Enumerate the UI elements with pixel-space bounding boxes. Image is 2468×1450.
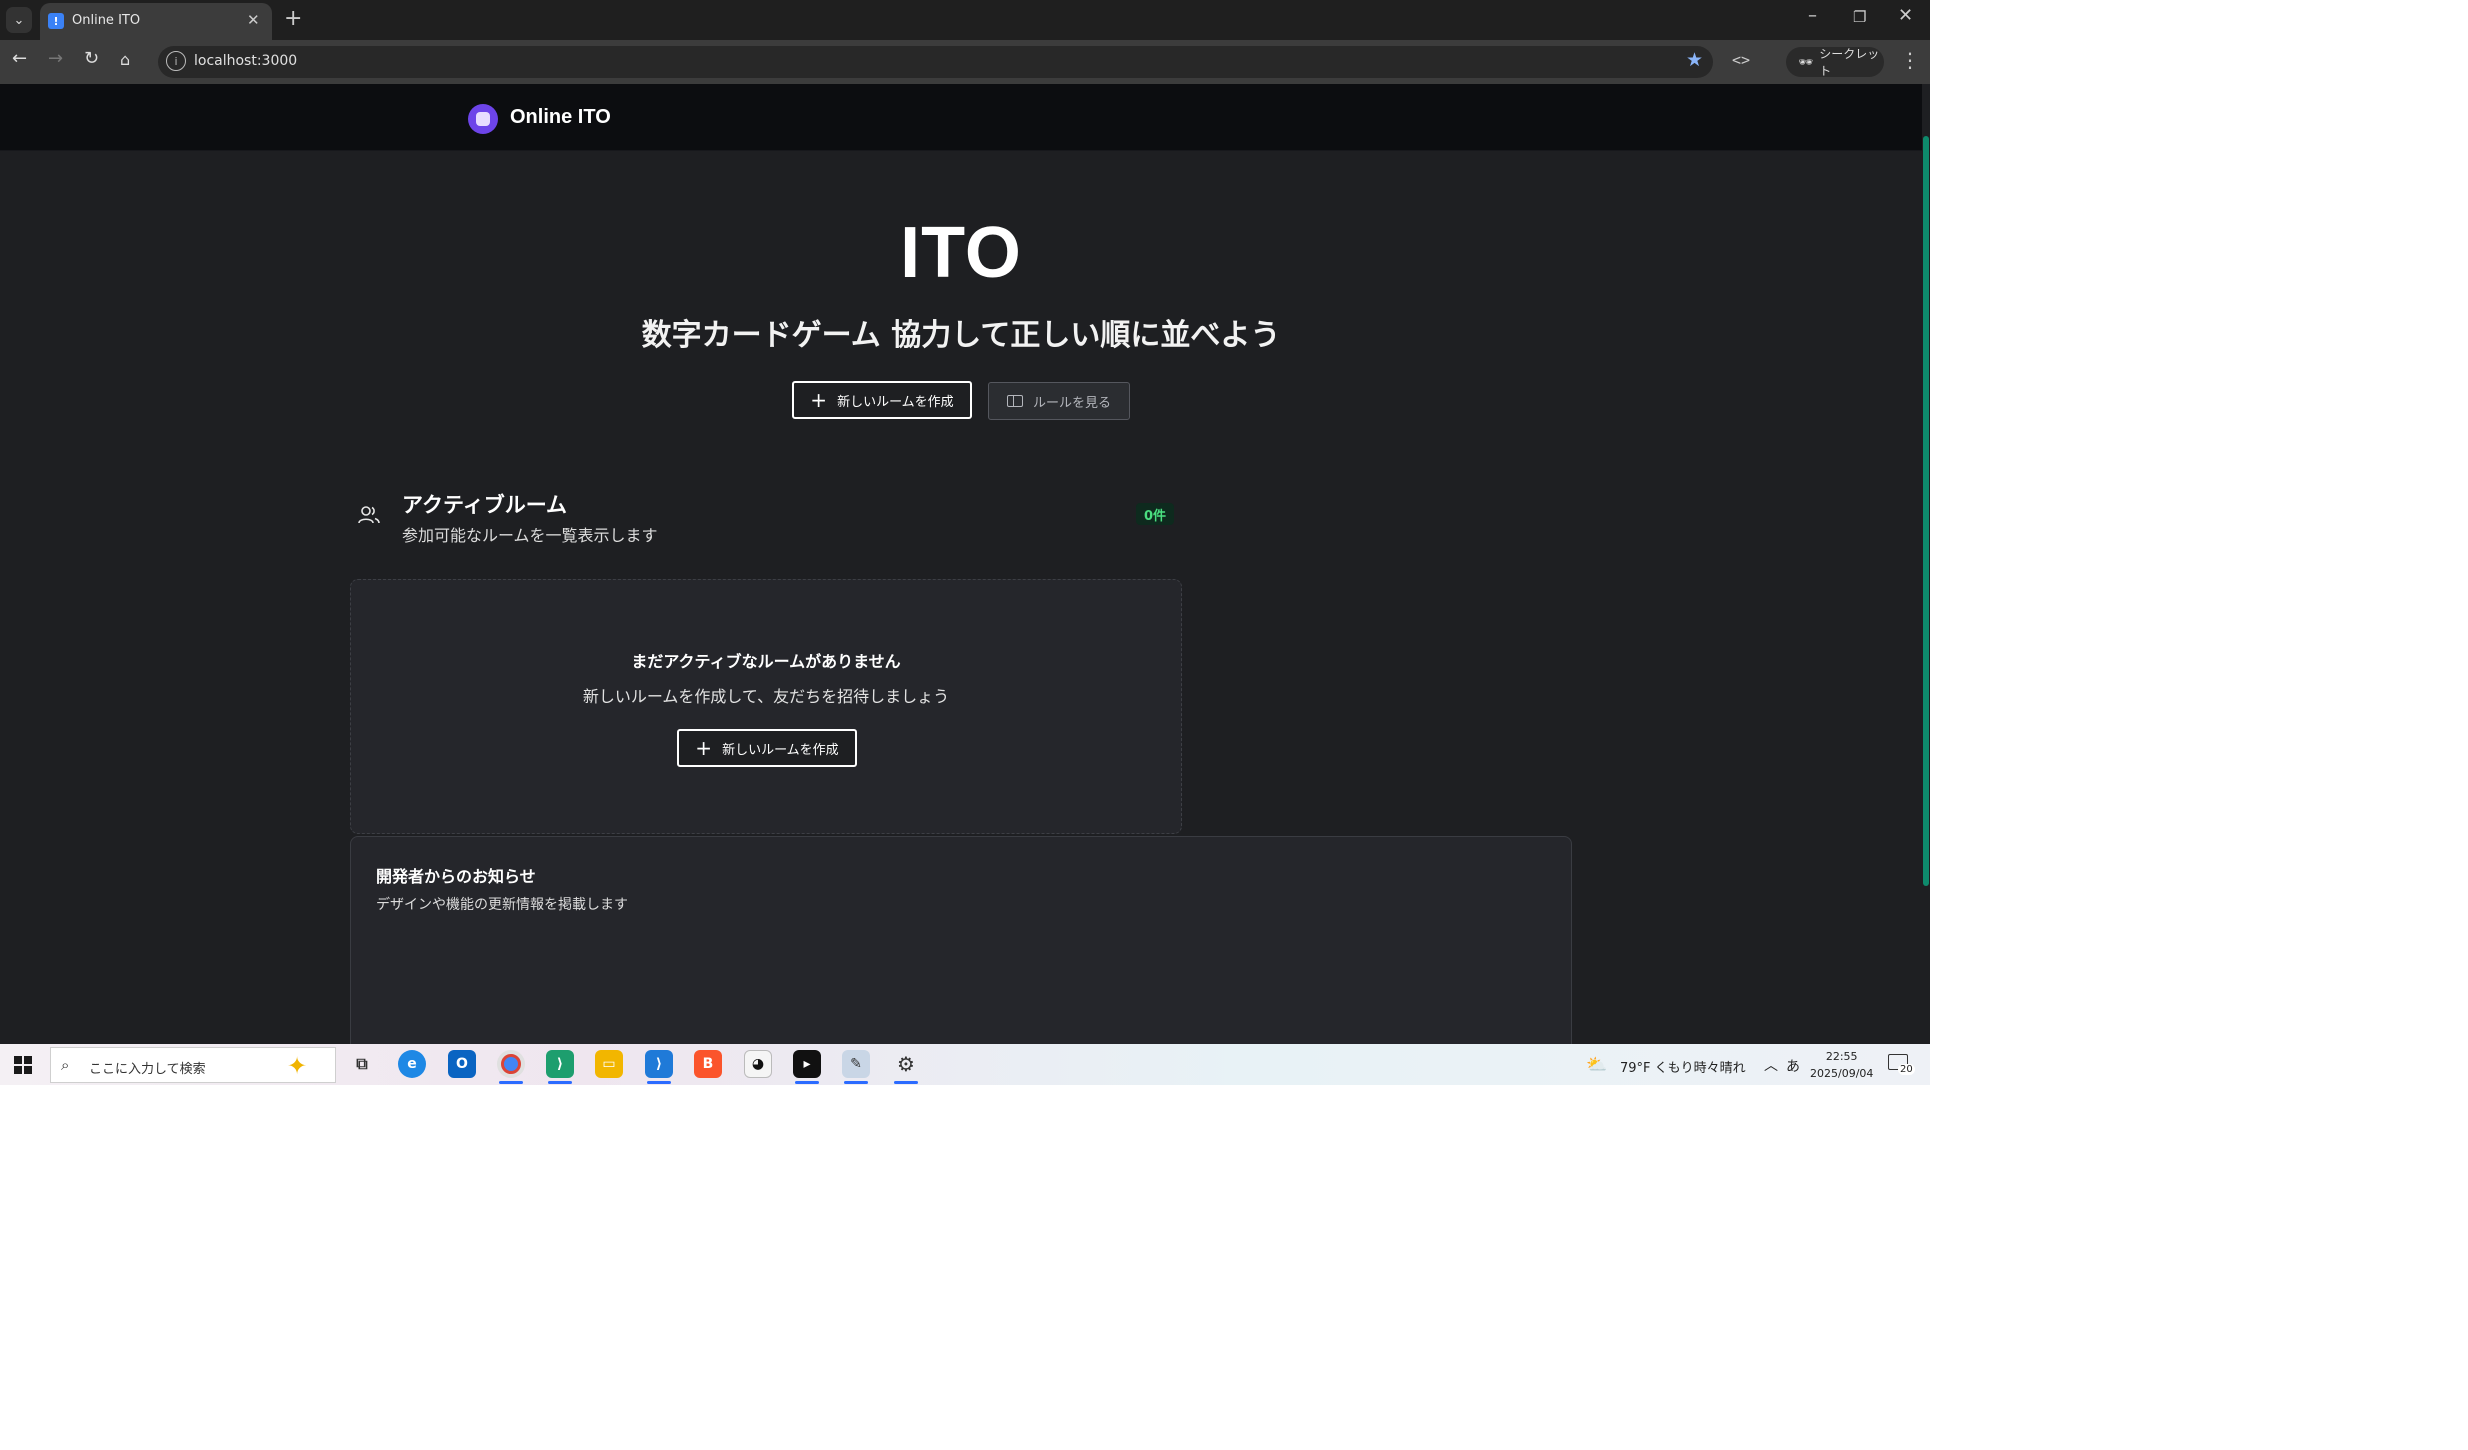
create-room-label: 新しいルームを作成 [837, 394, 954, 410]
forward-arrow-icon[interactable]: → [48, 48, 63, 69]
clock-date: 2025/09/04 [1810, 1067, 1874, 1080]
search-icon: ⌕ [61, 1056, 70, 1074]
taskbar-search-placeholder: ここに入力して検索 [89, 1062, 206, 1077]
minimize-icon[interactable]: – [1808, 5, 1817, 26]
task-view-icon[interactable]: ⧉ [348, 1050, 376, 1078]
terminal-app-icon[interactable]: ▸ [793, 1050, 821, 1084]
view-rules-button[interactable]: ルールを見る [988, 382, 1130, 420]
settings-gear-icon[interactable]: ⚙ [892, 1050, 920, 1084]
vscode-insiders-icon[interactable]: ⟩ [546, 1050, 574, 1084]
logo-text[interactable]: Online ITO [510, 106, 611, 129]
active-rooms-title: アクティブルーム [402, 493, 568, 517]
code-brackets-icon[interactable]: <> [1732, 51, 1750, 69]
back-arrow-icon[interactable]: ← [12, 48, 27, 69]
weather-text[interactable]: 79°F くもり時々晴れ [1620, 1057, 1746, 1076]
web-page: Online ITO ITO 数字カードゲーム 協力して正しい順に並べよう + … [0, 84, 1922, 1076]
empty-rooms-panel: まだアクティブなルームがありません 新しいルームを作成して、友だちを招待しましょ… [350, 579, 1182, 834]
window-close-icon[interactable]: ✕ [1898, 5, 1913, 26]
room-count-badge: 0件 [1136, 503, 1175, 525]
active-rooms-description: 参加可能なルームを一覧表示します [402, 526, 658, 545]
browser-menu-icon[interactable]: ⋮ [1900, 48, 1920, 72]
tab-close-icon[interactable]: ✕ [247, 11, 260, 29]
incognito-label: シークレット [1819, 47, 1880, 78]
hero-title: ITO [900, 213, 1022, 293]
view-rules-label: ルールを見る [1032, 395, 1111, 411]
page-scrollbar[interactable] [1922, 84, 1930, 1044]
chrome-icon[interactable] [497, 1050, 525, 1084]
copilot-sparkle-icon[interactable]: ✦ [287, 1052, 307, 1080]
empty-create-room-label: 新しいルームを作成 [722, 742, 839, 758]
plus-icon: + [810, 388, 828, 412]
restore-icon[interactable]: ❐ [1853, 8, 1866, 26]
new-tab-plus-icon[interactable]: + [284, 6, 302, 31]
tray-chevron-up-icon[interactable]: ︿ [1764, 1055, 1778, 1075]
browser-toolbar: ← → ↻ ⌂ i localhost:3000 ★ <> 🕶 シークレット ⋮ [0, 40, 1930, 84]
notice-title: 開発者からのお知らせ [376, 867, 536, 886]
taskbar-search-input[interactable]: ⌕ ここに入力して検索 ✦ [50, 1047, 336, 1083]
vscode-icon[interactable]: ⟩ [645, 1050, 673, 1084]
notification-count: 20 [1898, 1064, 1915, 1075]
empty-rooms-title: まだアクティブなルームがありません [631, 652, 901, 671]
reload-icon[interactable]: ↻ [84, 48, 99, 69]
ime-indicator[interactable]: あ [1786, 1056, 1800, 1076]
notice-description: デザインや機能の更新情報を掲載します [376, 897, 628, 913]
bookmark-star-icon[interactable]: ★ [1686, 49, 1703, 71]
users-icon [358, 506, 380, 524]
incognito-icon: 🕶 [1798, 55, 1814, 69]
clock-time: 22:55 [1825, 1050, 1858, 1063]
browser-tab[interactable]: ! Online ITO ✕ [40, 3, 272, 40]
create-room-button[interactable]: + 新しいルームを作成 [792, 381, 972, 419]
outlook-icon[interactable]: O [448, 1050, 476, 1078]
empty-create-room-button[interactable]: + 新しいルームを作成 [677, 729, 857, 767]
site-header: Online ITO [0, 84, 1922, 151]
windows-start-icon[interactable] [14, 1056, 32, 1074]
browser-tabstrip: ⌄ ! Online ITO ✕ + – ❐ ✕ [0, 0, 1930, 40]
home-icon[interactable]: ⌂ [120, 50, 130, 69]
empty-rooms-description: 新しいルームを作成して、友だちを招待しましょう [582, 687, 950, 706]
file-explorer-icon[interactable]: ▭ [595, 1050, 623, 1078]
edge-browser-icon[interactable]: e [398, 1050, 426, 1078]
hero-subtitle: 数字カードゲーム 協力して正しい順に並べよう [641, 318, 1281, 353]
weather-cloud-icon[interactable]: ⛅ [1586, 1055, 1607, 1075]
tab-title: Online ITO [72, 13, 141, 28]
tab-search-chevron-icon[interactable]: ⌄ [6, 7, 32, 33]
logo-icon[interactable] [468, 104, 498, 134]
penguin-app-icon[interactable]: ◕ [744, 1050, 772, 1078]
screen: ⌄ ! Online ITO ✕ + – ❐ ✕ ← → ↻ ⌂ i local… [0, 0, 1930, 1085]
address-url: localhost:3000 [194, 53, 298, 69]
tab-favicon-icon: ! [48, 13, 64, 29]
plus-icon: + [695, 736, 713, 760]
paint-icon[interactable]: ✎ [842, 1050, 870, 1084]
book-icon [1006, 395, 1023, 407]
windows-taskbar: ⌕ ここに入力して検索 ✦ ⧉ e O ⟩ ▭ ⟩ B ◕ ▸ ✎ ⚙ ⛅ 79… [0, 1044, 1930, 1085]
address-bar[interactable]: i localhost:3000 ★ [158, 46, 1713, 78]
scrollbar-thumb[interactable] [1923, 136, 1929, 886]
site-info-icon[interactable]: i [166, 51, 186, 71]
incognito-indicator[interactable]: 🕶 シークレット [1786, 47, 1884, 78]
developer-notice-panel: 開発者からのお知らせ デザインや機能の更新情報を掲載します [350, 836, 1572, 1076]
brave-icon[interactable]: B [694, 1050, 722, 1078]
taskbar-clock[interactable]: 22:55 2025/09/04 [1810, 1048, 1873, 1082]
